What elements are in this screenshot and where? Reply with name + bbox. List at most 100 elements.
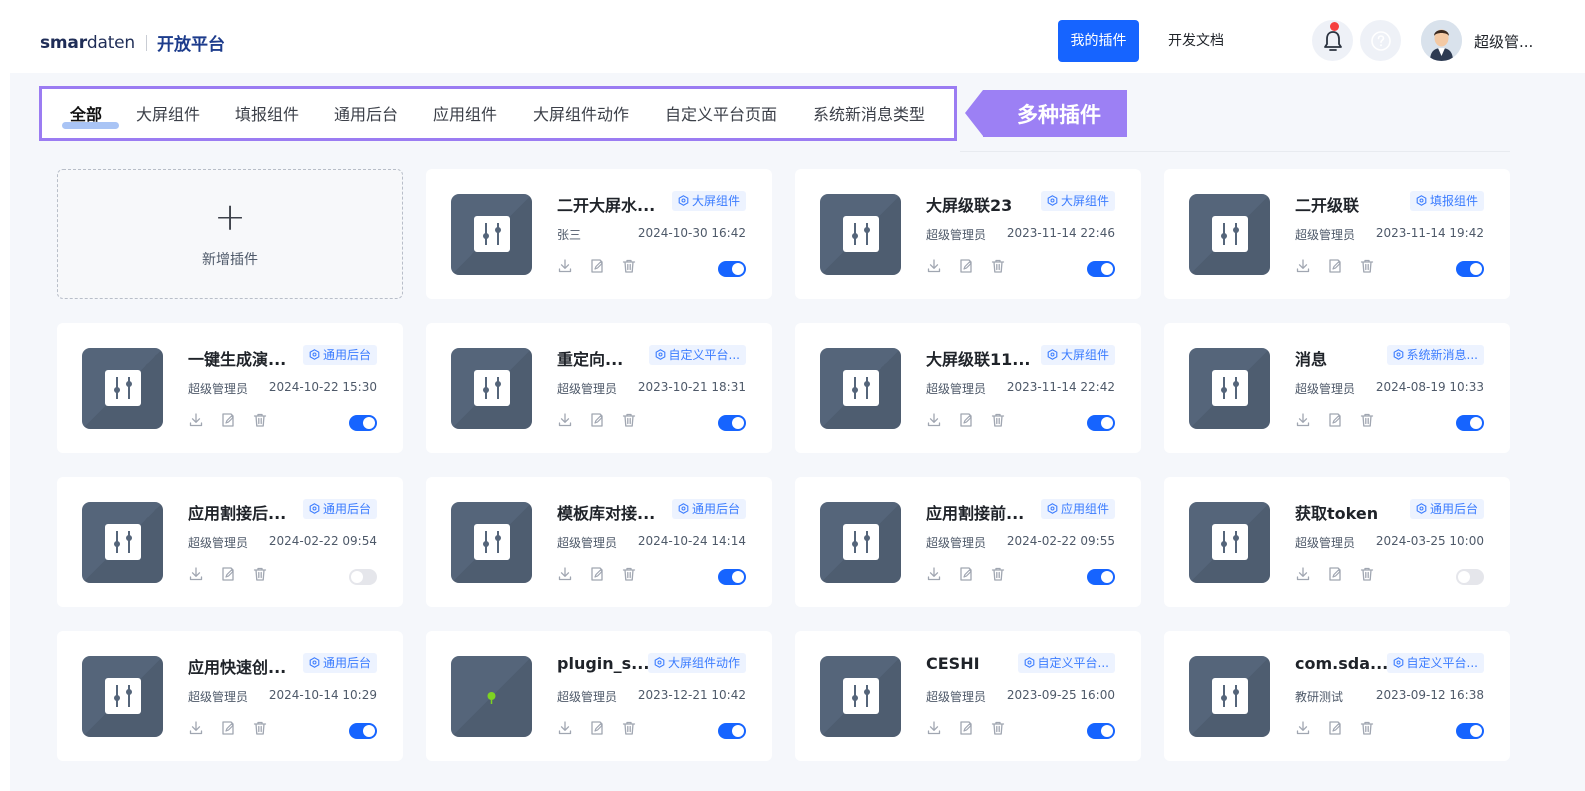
edit-icon[interactable]: [589, 258, 605, 274]
tab-system-message-type[interactable]: 系统新消息类型: [813, 101, 925, 125]
plugin-name[interactable]: 应用快速创...: [188, 654, 298, 678]
download-icon[interactable]: [557, 412, 573, 428]
brand-logo[interactable]: smardaten 开放平台: [40, 30, 225, 56]
plugin-enable-toggle[interactable]: [718, 569, 746, 585]
tab-big-screen-component[interactable]: 大屏组件: [136, 101, 200, 125]
plugin-enable-toggle[interactable]: [349, 569, 377, 585]
add-plugin-card[interactable]: + 新增插件: [57, 169, 403, 299]
tab-general-backend[interactable]: 通用后台: [334, 101, 398, 125]
plugin-card[interactable]: 应用割接后... 通用后台 超级管理员 2024-02-22 09:54: [57, 477, 403, 607]
delete-icon[interactable]: [990, 258, 1006, 274]
delete-icon[interactable]: [252, 566, 268, 582]
plugin-name[interactable]: 应用割接后...: [188, 500, 298, 524]
delete-icon[interactable]: [621, 720, 637, 736]
tab-app-component[interactable]: 应用组件: [433, 101, 497, 125]
plugin-enable-toggle[interactable]: [349, 415, 377, 431]
download-icon[interactable]: [188, 412, 204, 428]
delete-icon[interactable]: [1359, 720, 1375, 736]
plugin-name[interactable]: 应用割接前...: [926, 500, 1036, 524]
delete-icon[interactable]: [621, 258, 637, 274]
plugin-enable-toggle[interactable]: [1456, 723, 1484, 739]
edit-icon[interactable]: [1327, 720, 1343, 736]
plugin-card[interactable]: 大屏级联23 大屏组件 超级管理员 2023-11-14 22:46: [795, 169, 1141, 299]
download-icon[interactable]: [557, 258, 573, 274]
edit-icon[interactable]: [220, 720, 236, 736]
plugin-card[interactable]: 获取token 通用后台 超级管理员 2024-03-25 10:00: [1164, 477, 1510, 607]
plugin-name[interactable]: 一键生成演...: [188, 346, 298, 370]
plugin-enable-toggle[interactable]: [349, 723, 377, 739]
plugin-card[interactable]: 重定向... 自定义平台... 超级管理员 2023-10-21 18:31: [426, 323, 772, 453]
edit-icon[interactable]: [589, 720, 605, 736]
delete-icon[interactable]: [1359, 412, 1375, 428]
username[interactable]: 超级管...: [1474, 31, 1533, 52]
edit-icon[interactable]: [1327, 258, 1343, 274]
plugin-enable-toggle[interactable]: [1456, 569, 1484, 585]
edit-icon[interactable]: [958, 412, 974, 428]
edit-icon[interactable]: [220, 566, 236, 582]
plugin-name[interactable]: 大屏级联11...: [926, 346, 1036, 370]
delete-icon[interactable]: [990, 566, 1006, 582]
plugin-card[interactable]: 应用割接前... 应用组件 超级管理员 2024-02-22 09:55: [795, 477, 1141, 607]
edit-icon[interactable]: [1327, 412, 1343, 428]
download-icon[interactable]: [557, 566, 573, 582]
delete-icon[interactable]: [252, 720, 268, 736]
download-icon[interactable]: [1295, 720, 1311, 736]
edit-icon[interactable]: [958, 258, 974, 274]
edit-icon[interactable]: [958, 566, 974, 582]
download-icon[interactable]: [1295, 566, 1311, 582]
edit-icon[interactable]: [589, 566, 605, 582]
delete-icon[interactable]: [621, 566, 637, 582]
tab-big-screen-action[interactable]: 大屏组件动作: [533, 101, 629, 125]
plugin-name[interactable]: 大屏级联23: [926, 192, 1036, 216]
plugin-card[interactable]: 应用快速创... 通用后台 超级管理员 2024-10-14 10:29: [57, 631, 403, 761]
plugin-card[interactable]: 一键生成演... 通用后台 超级管理员 2024-10-22 15:30: [57, 323, 403, 453]
delete-icon[interactable]: [1359, 566, 1375, 582]
plugin-enable-toggle[interactable]: [718, 723, 746, 739]
plugin-enable-toggle[interactable]: [1456, 261, 1484, 277]
download-icon[interactable]: [188, 566, 204, 582]
plugin-name[interactable]: 获取token: [1295, 500, 1405, 524]
help-button[interactable]: [1360, 20, 1401, 61]
plugin-card[interactable]: com.sda... 自定义平台... 教研测试 2023-09-12 16:38: [1164, 631, 1510, 761]
plugin-enable-toggle[interactable]: [1087, 415, 1115, 431]
plugin-enable-toggle[interactable]: [1456, 415, 1484, 431]
avatar[interactable]: [1421, 20, 1462, 61]
edit-icon[interactable]: [220, 412, 236, 428]
plugin-card[interactable]: 二开级联 填报组件 超级管理员 2023-11-14 19:42: [1164, 169, 1510, 299]
plugin-enable-toggle[interactable]: [718, 261, 746, 277]
edit-icon[interactable]: [589, 412, 605, 428]
plugin-card[interactable]: 模板库对接... 通用后台 超级管理员 2024-10-24 14:14: [426, 477, 772, 607]
plugin-enable-toggle[interactable]: [1087, 723, 1115, 739]
nav-dev-docs[interactable]: 开发文档: [1156, 20, 1236, 62]
plugin-enable-toggle[interactable]: [1087, 261, 1115, 277]
tag-icon: [654, 657, 665, 668]
download-icon[interactable]: [1295, 258, 1311, 274]
plugin-card[interactable]: 消息 系统新消息... 超级管理员 2024-08-19 10:33: [1164, 323, 1510, 453]
plugin-card[interactable]: 二开大屏水... 大屏组件 张三 2024-10-30 16:42: [426, 169, 772, 299]
plugin-name[interactable]: 二开级联: [1295, 192, 1405, 216]
edit-icon[interactable]: [1327, 566, 1343, 582]
nav-my-plugins[interactable]: 我的插件: [1058, 20, 1139, 62]
delete-icon[interactable]: [1359, 258, 1375, 274]
delete-icon[interactable]: [621, 412, 637, 428]
download-icon[interactable]: [926, 412, 942, 428]
plugin-enable-toggle[interactable]: [718, 415, 746, 431]
edit-icon[interactable]: [958, 720, 974, 736]
delete-icon[interactable]: [252, 412, 268, 428]
plugin-card[interactable]: plugin_s... 大屏组件动作 超级管理员 2023-12-21 10:42: [426, 631, 772, 761]
tab-custom-platform-page[interactable]: 自定义平台页面: [665, 101, 777, 125]
download-icon[interactable]: [926, 720, 942, 736]
delete-icon[interactable]: [990, 412, 1006, 428]
download-icon[interactable]: [557, 720, 573, 736]
plugin-name[interactable]: 二开大屏水...: [557, 192, 667, 216]
plugin-enable-toggle[interactable]: [1087, 569, 1115, 585]
download-icon[interactable]: [926, 566, 942, 582]
plugin-name[interactable]: 模板库对接...: [557, 500, 667, 524]
plugin-card[interactable]: CESHI 自定义平台... 超级管理员 2023-09-25 16:00: [795, 631, 1141, 761]
download-icon[interactable]: [188, 720, 204, 736]
plugin-card[interactable]: 大屏级联11... 大屏组件 超级管理员 2023-11-14 22:42: [795, 323, 1141, 453]
download-icon[interactable]: [1295, 412, 1311, 428]
delete-icon[interactable]: [990, 720, 1006, 736]
tab-form-component[interactable]: 填报组件: [235, 101, 299, 125]
download-icon[interactable]: [926, 258, 942, 274]
